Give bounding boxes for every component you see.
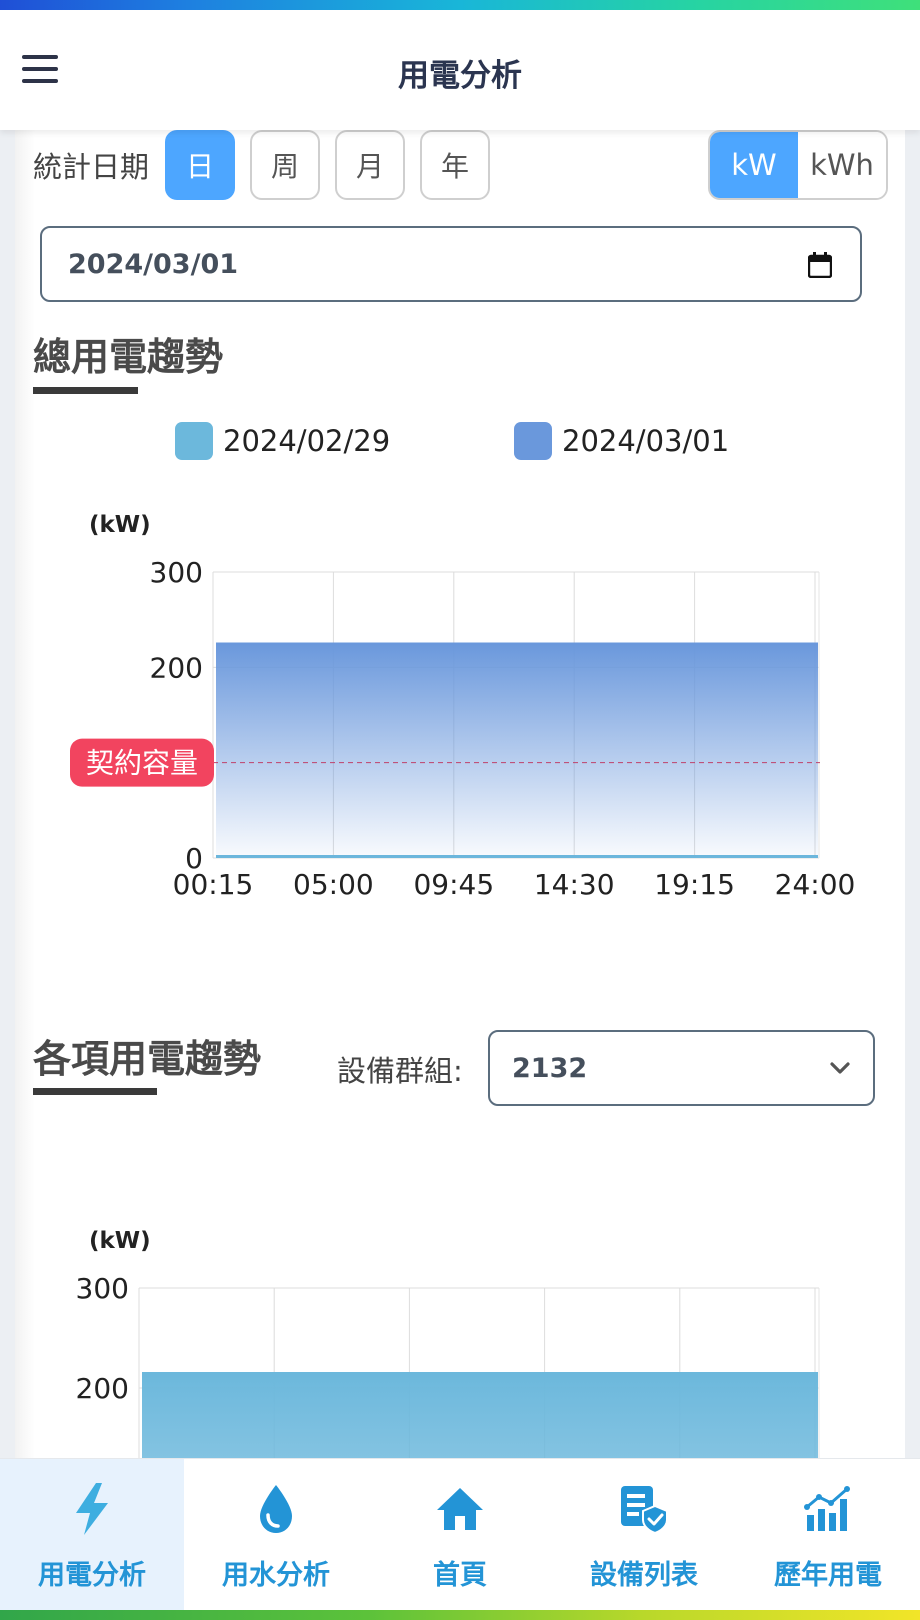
total-trend-title: 總用電趨勢 (33, 335, 224, 379)
y-tick-label: 200 (150, 651, 203, 684)
page-title: 用電分析 (398, 58, 522, 94)
y-axis-label: (kW) (89, 512, 151, 538)
unit-kwh-button[interactable]: kWh (798, 132, 886, 198)
unit-toggle: kW kWh (708, 130, 888, 200)
period-month-button[interactable]: 月 (335, 130, 405, 200)
main-content: 統計日期 日 周 月 年 kW kWh 2024/03/01 總用電趨勢 202… (15, 130, 905, 1460)
water-drop-icon (248, 1481, 304, 1537)
y-tick-label: 200 (76, 1372, 129, 1405)
date-value: 2024/03/01 (68, 248, 239, 280)
chevron-down-icon (830, 1062, 850, 1074)
nav-label: 設備列表 (590, 1560, 698, 1591)
bottom-accent-strip (0, 1610, 920, 1620)
legend-swatch-current (514, 422, 552, 460)
nav-item-device-list[interactable]: 設備列表 (552, 1459, 736, 1610)
device-list-icon (616, 1481, 672, 1537)
nav-item-water-analysis[interactable]: 用水分析 (184, 1459, 368, 1610)
y-tick-label: 300 (150, 556, 203, 589)
x-tick-label: 09:45 (413, 868, 494, 901)
annual-chart-icon (800, 1481, 856, 1537)
device-group-label: 設備群組: (337, 1054, 463, 1088)
period-week-button[interactable]: 周 (250, 130, 320, 200)
stat-date-label: 統計日期 (33, 150, 150, 184)
app-header: 用電分析 (0, 10, 920, 130)
date-input[interactable]: 2024/03/01 (40, 226, 862, 302)
legend-item-current[interactable]: 2024/03/01 (514, 422, 729, 460)
nav-item-home[interactable]: 首頁 (368, 1459, 552, 1610)
y-axis-label: (kW) (89, 1228, 151, 1254)
device-group-select[interactable]: 2132 (488, 1030, 875, 1106)
bottom-nav: 用電分析 用水分析 首頁 設備列表 歷年用電 (0, 1458, 920, 1610)
total-trend-chart: 契約容量0200300(kW)00:15 05:00 09:45 14:30 19:15… (70, 512, 856, 901)
nav-label: 首頁 (433, 1560, 487, 1591)
legend-swatch-prev (175, 422, 213, 460)
unit-kw-button[interactable]: kW (710, 132, 798, 198)
nav-item-annual-usage[interactable]: 歷年用電 (736, 1459, 920, 1610)
device-group-value: 2132 (512, 1052, 588, 1084)
item-trend-chart: 200 300 (kW) (76, 1228, 820, 1460)
home-icon (432, 1481, 488, 1537)
calendar-icon[interactable] (808, 252, 832, 278)
series-area-0 (142, 1373, 818, 1460)
series-area-1 (216, 643, 818, 858)
period-year-button[interactable]: 年 (420, 130, 490, 200)
total-trend-underline (33, 387, 138, 394)
x-tick-label: 00:15 (173, 868, 254, 901)
x-tick-label: 19:15 (654, 868, 735, 901)
bolt-icon (64, 1481, 120, 1537)
x-tick-label: 14:30 (534, 868, 615, 901)
y-tick-label: 300 (76, 1272, 129, 1305)
nav-label: 用電分析 (38, 1560, 146, 1591)
contract-capacity-label: 契約容量 (86, 747, 198, 780)
legend-item-prev[interactable]: 2024/02/29 (175, 422, 390, 460)
x-tick-label: 05:00 (293, 868, 374, 901)
item-trend-title: 各項用電趨勢 (33, 1037, 262, 1081)
nav-item-power-analysis[interactable]: 用電分析 (0, 1459, 184, 1610)
item-trend-underline (33, 1088, 157, 1095)
top-accent-strip (0, 0, 920, 10)
x-tick-label: 24:00 (775, 868, 856, 901)
nav-label: 歷年用電 (774, 1560, 882, 1591)
legend-label-prev: 2024/02/29 (223, 424, 391, 458)
period-day-button[interactable]: 日 (165, 130, 235, 200)
legend-label-current: 2024/03/01 (562, 424, 730, 458)
nav-label: 用水分析 (222, 1560, 330, 1591)
